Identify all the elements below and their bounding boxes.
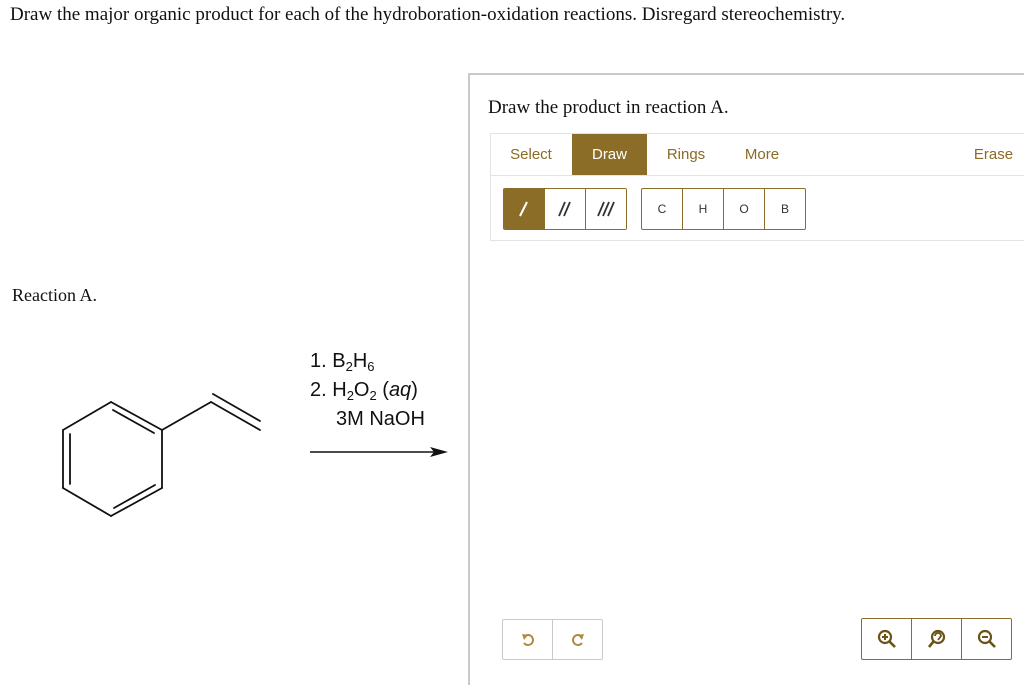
- bond-tools: [503, 188, 627, 230]
- question-title: Draw the major organic product for each …: [10, 4, 846, 25]
- redo-button[interactable]: [553, 620, 602, 659]
- zoom-out-icon: [977, 629, 996, 648]
- undo-icon: [521, 633, 534, 646]
- atom-c-button[interactable]: C: [642, 189, 683, 229]
- zoom-in-icon: [877, 629, 896, 648]
- single-bond-button[interactable]: [504, 189, 545, 229]
- tab-more[interactable]: More: [729, 134, 795, 175]
- condition-step-3: 3M NaOH: [336, 408, 425, 430]
- atom-b-button[interactable]: B: [765, 189, 805, 229]
- undo-button[interactable]: [503, 620, 553, 659]
- zoom-out-button[interactable]: [962, 619, 1011, 659]
- redo-icon: [571, 633, 584, 646]
- double-bond-icon: [558, 201, 571, 217]
- condition-step-2: 2. H2O2 (aq): [310, 379, 418, 403]
- tab-erase[interactable]: Erase: [961, 134, 1024, 175]
- editor-toolbar: Select Draw Rings More Erase C H O B: [490, 133, 1024, 241]
- zoom-reset-button[interactable]: [912, 619, 962, 659]
- history-tools: [502, 619, 603, 660]
- atom-h-button[interactable]: H: [683, 189, 724, 229]
- styrene-structure: [62, 393, 261, 517]
- editor-tabs: Select Draw Rings More Erase: [491, 134, 1024, 176]
- condition-step-1: 1. B2H6: [310, 350, 375, 374]
- reaction-arrow: [310, 447, 448, 457]
- triple-bond-button[interactable]: [586, 189, 626, 229]
- tab-rings[interactable]: Rings: [651, 134, 721, 175]
- double-bond-button[interactable]: [545, 189, 586, 229]
- reaction-label: Reaction A.: [12, 285, 97, 305]
- single-bond-icon: [519, 201, 528, 217]
- reaction-conditions: 1. B2H6 2. H2O2 (aq) 3M NaOH: [310, 347, 425, 434]
- atom-tools: C H O B: [641, 188, 806, 230]
- tab-select[interactable]: Select: [491, 134, 571, 175]
- atom-o-button[interactable]: O: [724, 189, 765, 229]
- triple-bond-icon: [597, 201, 615, 217]
- zoom-in-button[interactable]: [862, 619, 912, 659]
- panel-prompt: Draw the product in reaction A.: [488, 97, 729, 118]
- tab-draw[interactable]: Draw: [572, 134, 647, 175]
- zoom-reset-icon: [927, 629, 945, 648]
- zoom-tools: [861, 618, 1012, 660]
